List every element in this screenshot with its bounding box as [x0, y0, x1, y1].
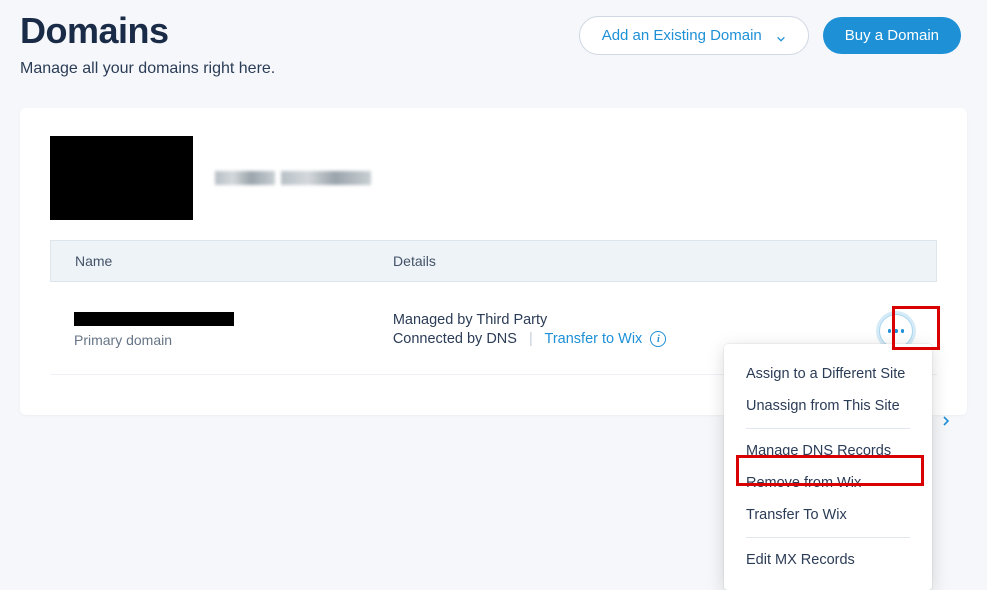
- info-icon[interactable]: i: [650, 331, 666, 347]
- domain-name-redacted: [74, 312, 234, 326]
- chevron-down-icon: [776, 31, 786, 41]
- site-thumbnail: [50, 136, 193, 220]
- menu-manage-dns[interactable]: Manage DNS Records: [724, 435, 932, 467]
- more-icon: [888, 329, 892, 333]
- menu-assign-different-site[interactable]: Assign to a Different Site: [724, 358, 932, 390]
- chevron-right-icon[interactable]: [940, 414, 956, 430]
- page-title: Domains: [20, 10, 275, 52]
- menu-transfer-to-wix[interactable]: Transfer To Wix: [724, 499, 932, 531]
- more-actions-button[interactable]: [879, 314, 913, 348]
- primary-domain-label: Primary domain: [74, 332, 393, 348]
- menu-edit-mx[interactable]: Edit MX Records: [724, 544, 932, 576]
- managed-by-text: Managed by Third Party: [393, 312, 853, 328]
- row-actions-menu: Assign to a Different Site Unassign from…: [724, 344, 932, 590]
- menu-divider: [746, 428, 910, 429]
- table-header: Name Details: [50, 240, 937, 282]
- divider: |: [529, 331, 533, 347]
- menu-remove-from-wix[interactable]: Remove from Wix: [724, 467, 932, 499]
- site-name-redacted: [215, 171, 371, 185]
- col-name-header: Name: [75, 253, 393, 269]
- menu-unassign-site[interactable]: Unassign from This Site: [724, 390, 932, 422]
- add-existing-domain-button[interactable]: Add an Existing Domain: [579, 16, 809, 55]
- add-existing-domain-label: Add an Existing Domain: [602, 27, 762, 44]
- menu-divider: [746, 537, 910, 538]
- buy-domain-label: Buy a Domain: [845, 27, 939, 44]
- col-details-header: Details: [393, 253, 852, 269]
- connected-by-text: Connected by DNS: [393, 331, 517, 347]
- buy-domain-button[interactable]: Buy a Domain: [823, 17, 961, 54]
- page-subtitle: Manage all your domains right here.: [20, 60, 275, 78]
- transfer-to-wix-link[interactable]: Transfer to Wix: [545, 331, 643, 347]
